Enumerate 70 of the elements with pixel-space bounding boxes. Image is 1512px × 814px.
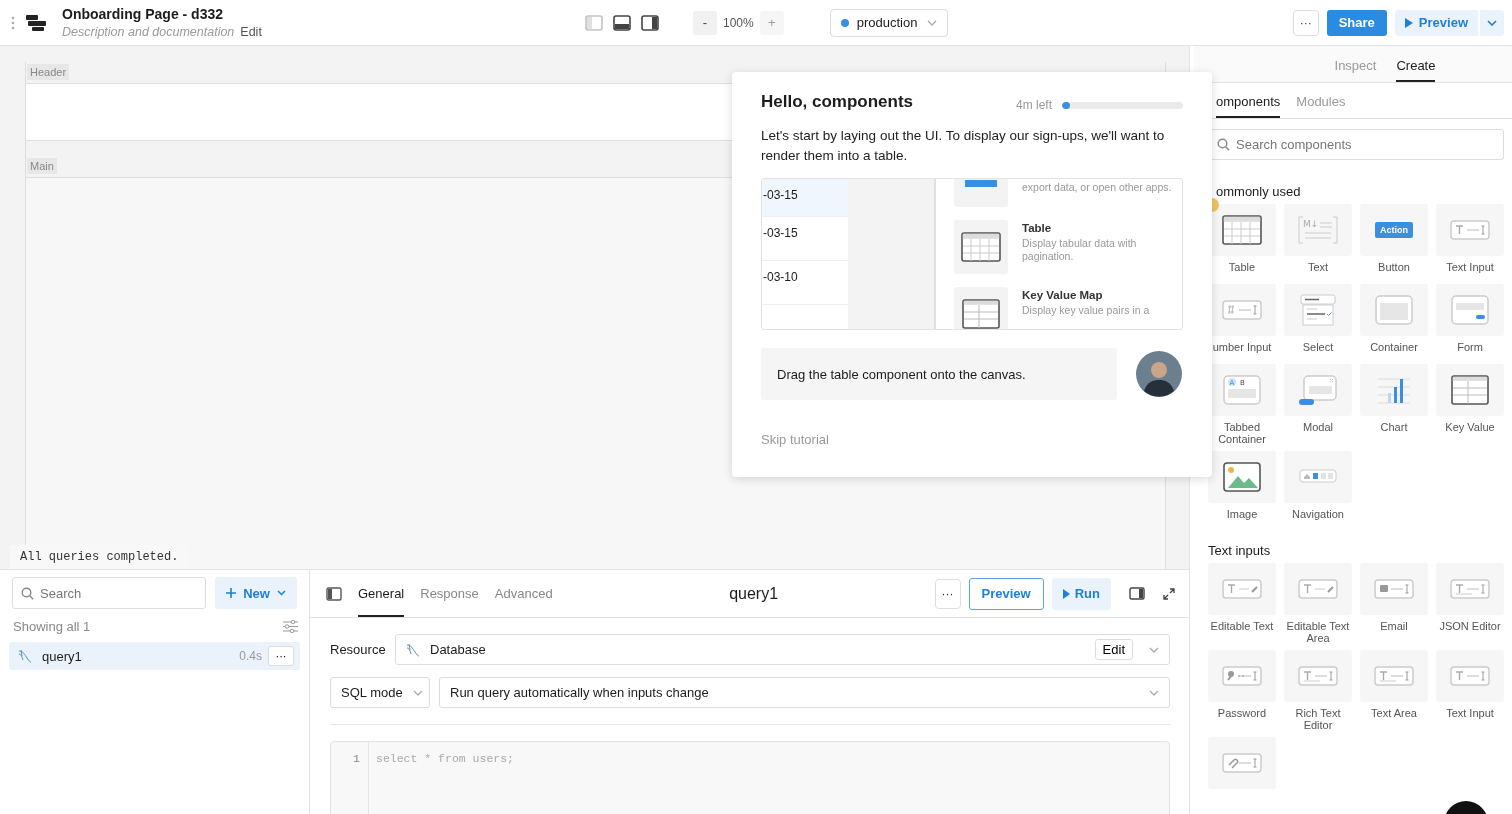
new-button[interactable]: New [215,577,297,609]
component-description: export data, or open other apps. [1022,181,1172,194]
component-description: Display key value pairs in a [1022,304,1151,317]
component-label: Button [1377,261,1411,273]
component-label: Text [1306,261,1330,273]
message-text: Drag the table component onto the canvas. [777,366,1026,382]
query-name: query1 [42,648,83,664]
date-cell: -03-15 [762,179,848,217]
resource-label: Resource [330,642,386,657]
search-field[interactable]: Search [12,577,206,609]
query-item[interactable]: query1 0.4s ··· [9,642,300,670]
component-label: Container [1369,341,1419,353]
component-label: Form [1456,341,1484,353]
tutorial-title: Hello, components [761,92,915,112]
component-label: Modal [1302,421,1334,433]
component-label: Text Input [1445,707,1495,719]
zoom-out-button[interactable]: - [693,10,717,35]
mode-select[interactable]: SQL mode [330,677,430,708]
environment-select[interactable]: production [829,8,948,37]
component-label: Tabbed Container [1217,421,1267,445]
run-button[interactable]: Run [1051,577,1111,610]
query-title: query1 [728,584,780,603]
component-label: Table [1227,261,1257,273]
preview-button[interactable]: Preview [1394,9,1478,36]
code-editor[interactable]: 1 select * from users; [330,741,1170,814]
component-label: Password [1216,707,1268,719]
app-title: Onboarding Page - d332 [62,6,225,22]
tab[interactable]: Response [420,570,479,617]
component-description: Display tabular data with pagination. [1022,237,1138,263]
share-button[interactable]: Share [1326,9,1387,36]
section-label: Main [27,158,57,174]
component-label: Editable Text Area [1285,620,1351,644]
tab[interactable]: General [358,570,405,617]
component-label: Editable Text [1209,620,1275,632]
trigger-select[interactable]: Run query automatically when inputs change [439,677,1170,708]
tutorial-text: Let's start by laying out the UI. To display our sign-ups, we'll want to render them into a table. [761,127,1166,165]
app-description: Description and documentation [62,25,235,39]
more-button[interactable]: ··· [1292,9,1319,36]
component-label: Text Area [1370,707,1418,719]
query-duration: 0.4s [239,649,262,663]
tab[interactable]: omponents [1216,83,1281,118]
section-heading: ommonly used [1215,184,1302,199]
component-label: umber Input [1211,341,1273,353]
time-left: 4m left [1016,97,1052,112]
component-label: Rich Text Editor [1294,707,1342,731]
preview-button[interactable]: Preview [968,577,1044,610]
component-label: Select [1301,341,1335,353]
component-label: Navigation [1291,508,1345,520]
tab[interactable]: Create [1396,46,1436,82]
tab[interactable]: Advanced [494,570,553,617]
component-title: Key Value Map [1022,289,1104,301]
component-label: Key Value [1444,421,1496,433]
more-button[interactable]: ··· [268,646,294,666]
component-label: Text Input [1445,261,1495,273]
line-number: 1 [353,752,360,765]
edit-button[interactable]: Edit [1094,639,1133,660]
query-count: Showing all 1 [13,619,91,634]
section-heading: Text inputs [1208,543,1272,558]
edit-link[interactable]: Edit [240,25,262,39]
more-button[interactable]: ··· [934,578,961,609]
component-label: Email [1379,620,1409,632]
component-title: Table [1022,222,1053,234]
resource-select[interactable]: Database Edit [395,634,1170,665]
component-label: Chart [1379,421,1409,433]
action-badge: Action [1375,222,1413,238]
component-label: Image [1225,508,1259,520]
code-line: select * from users; [376,752,515,765]
zoom-level: 100% [723,15,754,30]
section-label: Header [27,64,70,80]
component-label: JSON Editor [1438,620,1502,632]
